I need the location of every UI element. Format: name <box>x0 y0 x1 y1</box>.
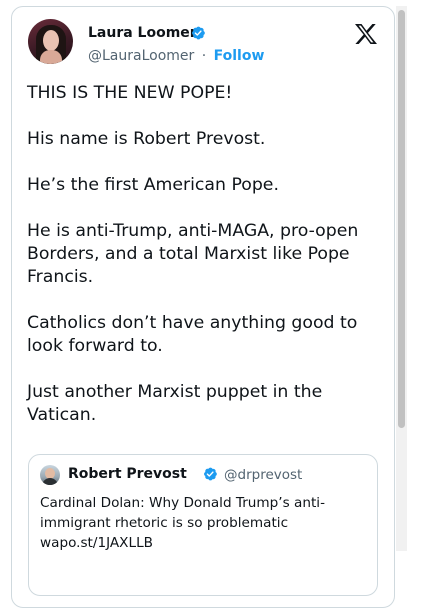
author-name[interactable]: Laura Loomer <box>88 25 197 41</box>
tweet-paragraph: Just another Marxist puppet in the Vatic… <box>27 382 323 425</box>
tweet-paragraph: His name is Robert Prevost. <box>27 129 266 149</box>
quoted-avatar-shoulders <box>42 478 58 485</box>
tweet-paragraph: THIS IS THE NEW POPE! <box>27 83 233 103</box>
x-logo-icon[interactable] <box>354 23 378 45</box>
quoted-author-name[interactable]: Robert Prevost <box>68 466 187 482</box>
verified-badge-icon <box>192 26 205 40</box>
author-handle-row: @LauraLoomer · Follow <box>88 48 264 64</box>
quoted-link[interactable]: wapo.st/1JAXLLB <box>40 533 360 553</box>
tweet-card: Laura Loomer @LauraLoomer · Follow THIS … <box>11 6 395 608</box>
quoted-avatar[interactable] <box>40 465 60 485</box>
quoted-tweet[interactable]: Robert Prevost @drprevost Cardinal Dolan… <box>28 454 378 596</box>
handle-separator: · <box>201 48 207 64</box>
quoted-author-handle[interactable]: @drprevost <box>224 467 302 483</box>
quoted-text: Cardinal Dolan: Why Donald Trump’s anti-… <box>40 493 360 553</box>
scrollbar-thumb[interactable] <box>398 10 405 428</box>
author-avatar[interactable] <box>28 19 73 64</box>
author-handle[interactable]: @LauraLoomer <box>88 48 194 64</box>
quoted-text-line: Cardinal Dolan: Why Donald Trump’s anti- <box>40 495 325 511</box>
tweet-paragraph: He’s the first American Pope. <box>27 175 279 195</box>
tweet-paragraph: Catholics don’t have anything good to lo… <box>27 313 358 356</box>
verified-badge-icon <box>204 467 217 481</box>
tweet-paragraph: He is anti-Trump, anti-MAGA, pro-open Bo… <box>27 221 359 287</box>
follow-button[interactable]: Follow <box>214 48 265 64</box>
quoted-text-line: immigrant rhetoric is so problematic <box>40 515 289 531</box>
avatar-neck <box>40 50 62 64</box>
avatar-face <box>43 30 59 51</box>
tweet-body: THIS IS THE NEW POPE! His name is Robert… <box>27 82 387 450</box>
